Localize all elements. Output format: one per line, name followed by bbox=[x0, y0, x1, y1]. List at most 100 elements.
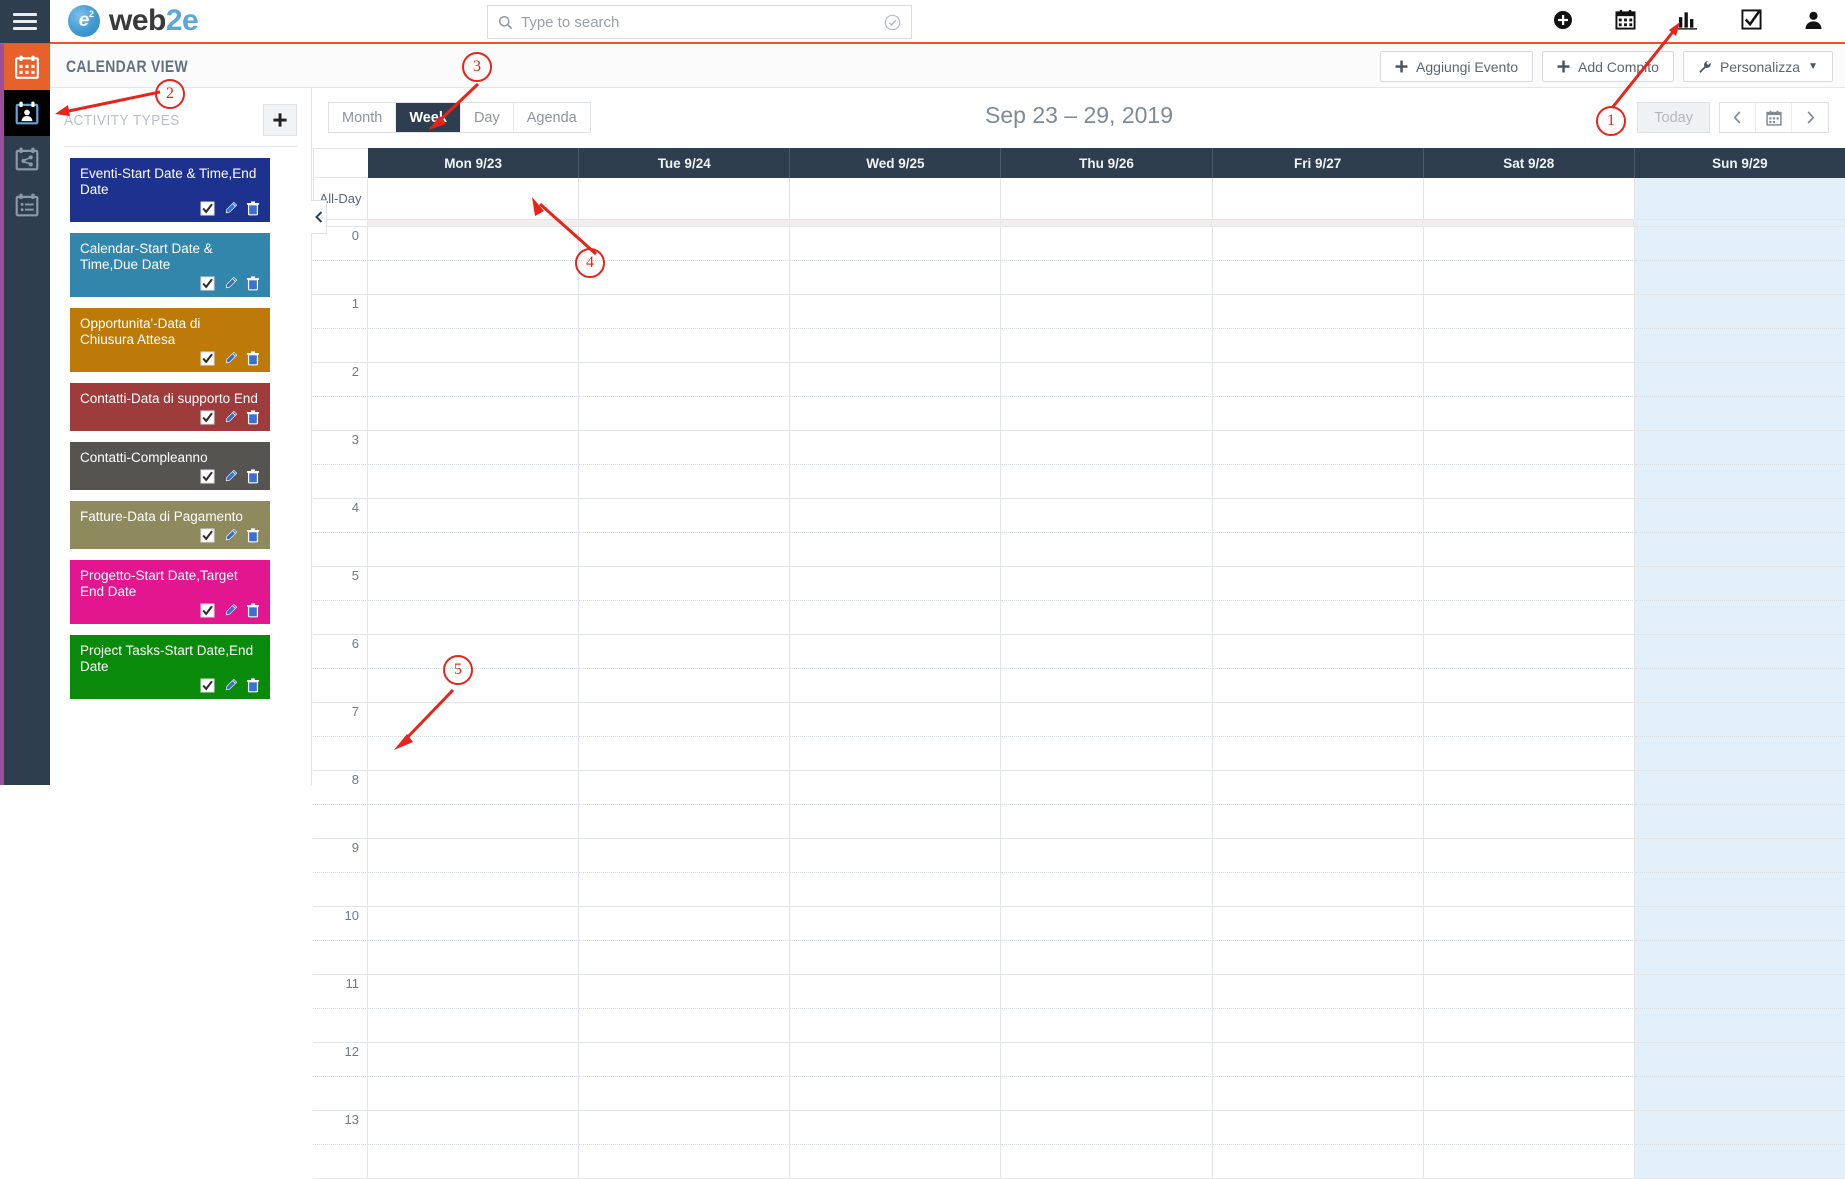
time-slot-cell[interactable] bbox=[1423, 907, 1635, 941]
time-slot-cell[interactable] bbox=[1001, 635, 1213, 669]
day-header[interactable]: Sat 9/28 bbox=[1423, 148, 1635, 178]
time-slot-cell[interactable] bbox=[1001, 1009, 1213, 1043]
time-slot-cell[interactable] bbox=[1423, 1111, 1635, 1145]
time-slot-cell[interactable] bbox=[790, 805, 1002, 839]
activity-type-card[interactable]: Contatti-Data di supporto End bbox=[70, 383, 270, 431]
checkbox-icon[interactable] bbox=[1741, 9, 1762, 35]
time-slot-cell[interactable] bbox=[368, 635, 580, 669]
time-slot-cell[interactable] bbox=[1001, 261, 1213, 295]
time-slot-cell[interactable] bbox=[790, 1111, 1002, 1145]
next-button[interactable] bbox=[1792, 103, 1828, 132]
time-slot-cell[interactable] bbox=[1212, 873, 1424, 907]
search-box[interactable] bbox=[487, 5, 912, 39]
time-slot-cell[interactable] bbox=[368, 941, 580, 975]
time-slot-cell[interactable] bbox=[579, 941, 791, 975]
time-slot-cell[interactable] bbox=[790, 839, 1002, 873]
time-slot-cell[interactable] bbox=[1423, 227, 1635, 261]
activity-type-edit[interactable] bbox=[223, 528, 238, 543]
activity-type-toggle[interactable] bbox=[200, 200, 215, 216]
time-slot-cell[interactable] bbox=[579, 533, 791, 567]
all-day-cell[interactable] bbox=[579, 178, 791, 220]
user-icon[interactable] bbox=[1804, 10, 1823, 35]
time-slot-cell[interactable] bbox=[368, 261, 580, 295]
time-slot-cell[interactable] bbox=[1423, 737, 1635, 771]
time-slot-cell[interactable] bbox=[1423, 635, 1635, 669]
add-circle-icon[interactable] bbox=[1553, 10, 1573, 35]
time-slot-cell[interactable] bbox=[790, 1043, 1002, 1077]
all-day-cell[interactable] bbox=[1001, 178, 1213, 220]
time-slot-cell[interactable] bbox=[368, 1145, 580, 1179]
add-activity-type-button[interactable] bbox=[263, 104, 297, 136]
time-slot-cell[interactable] bbox=[579, 1111, 791, 1145]
time-slot-cell[interactable] bbox=[790, 431, 1002, 465]
time-slot-cell[interactable] bbox=[579, 703, 791, 737]
time-slot-cell[interactable] bbox=[579, 975, 791, 1009]
activity-type-card[interactable]: Opportunita'-Data di Chiusura Attesa bbox=[70, 308, 270, 372]
time-slot-cell[interactable] bbox=[1423, 839, 1635, 873]
time-slot-cell[interactable] bbox=[579, 873, 791, 907]
time-slot-cell[interactable] bbox=[1423, 567, 1635, 601]
time-slot-cell[interactable] bbox=[1634, 1043, 1845, 1077]
time-slot-cell[interactable] bbox=[1212, 907, 1424, 941]
trash-icon[interactable] bbox=[246, 468, 260, 484]
time-slot-cell[interactable] bbox=[1423, 805, 1635, 839]
activity-type-card[interactable]: Contatti-Compleanno bbox=[70, 442, 270, 490]
all-day-cell[interactable] bbox=[1212, 178, 1424, 220]
time-slot-cell[interactable] bbox=[1423, 941, 1635, 975]
time-slot-cell[interactable] bbox=[1423, 975, 1635, 1009]
time-slot-cell[interactable] bbox=[1212, 465, 1424, 499]
time-slot-cell[interactable] bbox=[579, 1145, 791, 1179]
time-slot-cell[interactable] bbox=[579, 907, 791, 941]
time-slot-cell[interactable] bbox=[1423, 295, 1635, 329]
time-slot-cell[interactable] bbox=[1634, 941, 1845, 975]
time-slot-cell[interactable] bbox=[1423, 873, 1635, 907]
activity-type-toggle[interactable] bbox=[200, 275, 215, 291]
add-task-button[interactable]: Add Compito bbox=[1542, 51, 1674, 82]
time-slot-cell[interactable] bbox=[790, 737, 1002, 771]
customize-button[interactable]: Personalizza ▼ bbox=[1682, 51, 1833, 82]
time-slot-cell[interactable] bbox=[790, 635, 1002, 669]
time-slot-cell[interactable] bbox=[1634, 431, 1845, 465]
hamburger-menu-button[interactable] bbox=[0, 0, 50, 43]
time-slot-cell[interactable] bbox=[368, 567, 580, 601]
time-slot-cell[interactable] bbox=[790, 941, 1002, 975]
time-slot-cell[interactable] bbox=[1423, 431, 1635, 465]
time-slot-cell[interactable] bbox=[579, 261, 791, 295]
time-slot-cell[interactable] bbox=[790, 465, 1002, 499]
time-slot-cell[interactable] bbox=[368, 329, 580, 363]
time-slot-cell[interactable] bbox=[579, 601, 791, 635]
time-slot-cell[interactable] bbox=[1634, 1111, 1845, 1145]
time-slot-cell[interactable] bbox=[1423, 669, 1635, 703]
time-slot-cell[interactable] bbox=[1001, 465, 1213, 499]
time-slot-cell[interactable] bbox=[1001, 975, 1213, 1009]
rail-item-calendar-contacts[interactable] bbox=[4, 90, 50, 136]
time-slot-cell[interactable] bbox=[790, 1009, 1002, 1043]
time-slot-cell[interactable] bbox=[1423, 1043, 1635, 1077]
day-header[interactable]: Mon 9/23 bbox=[368, 148, 580, 178]
time-slot-cell[interactable] bbox=[1634, 601, 1845, 635]
trash-icon[interactable] bbox=[246, 200, 260, 216]
time-slot-cell[interactable] bbox=[1001, 567, 1213, 601]
time-slot-cell[interactable] bbox=[1212, 703, 1424, 737]
time-slot-cell[interactable] bbox=[790, 1077, 1002, 1111]
time-slot-cell[interactable] bbox=[790, 703, 1002, 737]
time-slot-cell[interactable] bbox=[368, 397, 580, 431]
time-slot-cell[interactable] bbox=[790, 363, 1002, 397]
time-slot-cell[interactable] bbox=[1001, 329, 1213, 363]
activity-type-delete[interactable] bbox=[246, 200, 260, 216]
activity-type-card[interactable]: Fatture-Data di Pagamento bbox=[70, 501, 270, 549]
time-slot-cell[interactable] bbox=[368, 771, 580, 805]
time-slot-cell[interactable] bbox=[1634, 737, 1845, 771]
trash-icon[interactable] bbox=[246, 527, 260, 543]
time-slot-cell[interactable] bbox=[579, 1077, 791, 1111]
time-slot-cell[interactable] bbox=[1001, 601, 1213, 635]
checkbox-icon[interactable] bbox=[200, 350, 215, 366]
time-slot-cell[interactable] bbox=[1212, 737, 1424, 771]
checkbox-icon[interactable] bbox=[200, 409, 215, 425]
time-slot-cell[interactable] bbox=[579, 839, 791, 873]
day-header[interactable]: Thu 9/26 bbox=[1001, 148, 1213, 178]
prev-button[interactable] bbox=[1720, 103, 1756, 132]
time-slot-cell[interactable] bbox=[368, 907, 580, 941]
today-button[interactable]: Today bbox=[1637, 102, 1710, 133]
sidebar-collapse-button[interactable] bbox=[311, 200, 327, 234]
